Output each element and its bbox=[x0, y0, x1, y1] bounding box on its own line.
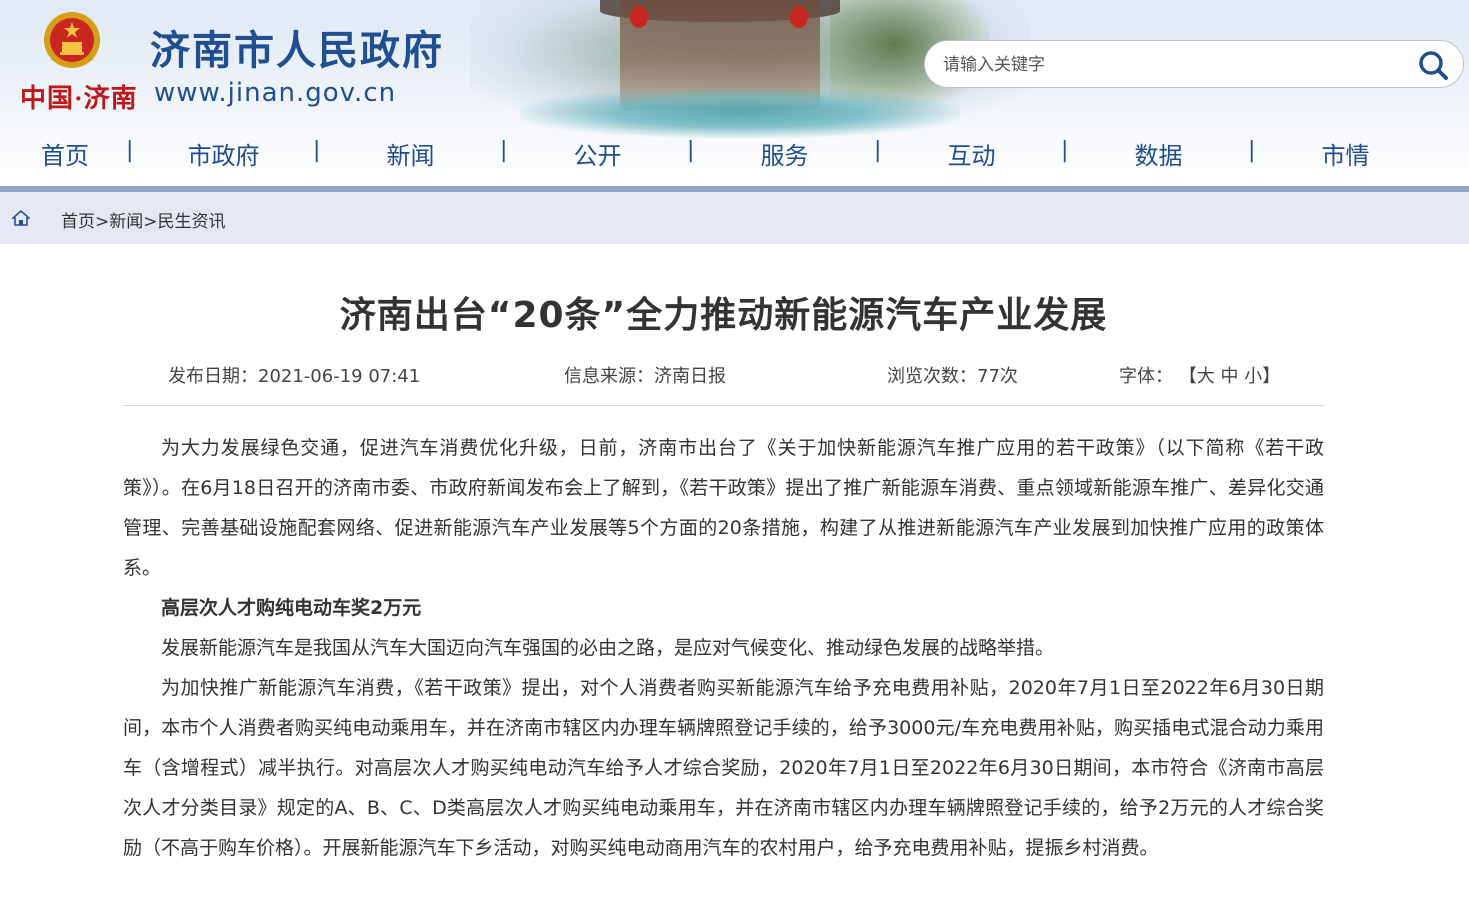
nav-item-city-info[interactable]: 市情 bbox=[1252, 136, 1439, 171]
font-large-button[interactable]: 大 bbox=[1197, 366, 1215, 387]
site-title[interactable]: 济南市人民政府 bbox=[150, 18, 444, 76]
publish-date: 发布日期：2021-06-19 07:41 bbox=[168, 366, 421, 387]
lantern-right bbox=[790, 6, 808, 28]
lantern-left bbox=[630, 6, 648, 28]
breadcrumb-home[interactable]: 首页 bbox=[61, 212, 95, 232]
nav-item-public[interactable]: 公开 bbox=[504, 136, 691, 171]
brand-calligraphy: 中国·济南 bbox=[20, 84, 138, 113]
article-title: 济南出台“20条”全力推动新能源汽车产业发展 bbox=[339, 295, 1108, 336]
breadcrumb: 首页>新闻>民生资讯 bbox=[0, 192, 1469, 244]
view-count: 浏览次数：77次 bbox=[887, 366, 1018, 387]
nav-item-home[interactable]: 首页 bbox=[0, 136, 130, 171]
breadcrumb-news[interactable]: 新闻 bbox=[109, 212, 143, 232]
search-box bbox=[924, 40, 1464, 88]
nav-item-data[interactable]: 数据 bbox=[1065, 136, 1252, 171]
site-header: 中国·济南 济南市人民政府 www.jinan.gov.cn 首页 | 市政府 … bbox=[0, 0, 1469, 188]
breadcrumb-trail: 首页>新闻>民生资讯 bbox=[61, 207, 226, 232]
nav-item-interaction[interactable]: 互动 bbox=[878, 136, 1065, 171]
main-nav: 首页 | 市政府 | 新闻 | 公开 | 服务 | 互动 | 数据 | 市情 bbox=[0, 130, 1469, 176]
search-input[interactable] bbox=[943, 51, 1403, 79]
info-source: 信息来源：济南日报 bbox=[564, 366, 726, 387]
article-subheading: 高层次人才购纯电动车奖2万元 bbox=[161, 597, 422, 619]
national-emblem-icon[interactable] bbox=[42, 10, 102, 72]
article: 济南出台“20条”全力推动新能源汽车产业发展 发布日期：2021-06-19 0… bbox=[123, 244, 1324, 868]
font-bracket-open: 【 bbox=[1178, 366, 1197, 387]
nav-item-service[interactable]: 服务 bbox=[691, 136, 878, 171]
article-paragraph: 为大力发展绿色交通，促进汽车消费优化升级，日前，济南市出台了《关于加快新能源汽车… bbox=[123, 437, 1324, 579]
font-bracket-close: 】 bbox=[1262, 366, 1281, 387]
breadcrumb-separator: > bbox=[143, 212, 158, 232]
article-meta: 发布日期：2021-06-19 07:41 信息来源：济南日报 浏览次数：77次… bbox=[123, 362, 1324, 406]
font-size-label: 字体： bbox=[1119, 366, 1173, 387]
search-icon[interactable] bbox=[1417, 49, 1449, 81]
article-body: 为大力发展绿色交通，促进汽车消费优化升级，日前，济南市出台了《关于加快新能源汽车… bbox=[123, 428, 1324, 868]
article-paragraph: 为加快推广新能源汽车消费，《若干政策》提出，对个人消费者购买新能源汽车给予充电费… bbox=[123, 677, 1324, 859]
nav-item-government[interactable]: 市政府 bbox=[130, 136, 317, 171]
font-size-control: 字体： 【大 中 小】 bbox=[1119, 362, 1280, 388]
breadcrumb-separator: > bbox=[95, 212, 110, 232]
home-icon[interactable] bbox=[12, 210, 30, 226]
site-url: www.jinan.gov.cn bbox=[154, 78, 397, 108]
article-paragraph: 发展新能源汽车是我国从汽车大国迈向汽车强国的必由之路，是应对气候变化、推动绿色发… bbox=[161, 637, 1055, 659]
nav-item-news[interactable]: 新闻 bbox=[317, 136, 504, 171]
font-small-button[interactable]: 小 bbox=[1244, 366, 1262, 387]
breadcrumb-current[interactable]: 民生资讯 bbox=[158, 212, 226, 232]
font-medium-button[interactable]: 中 bbox=[1220, 366, 1238, 387]
